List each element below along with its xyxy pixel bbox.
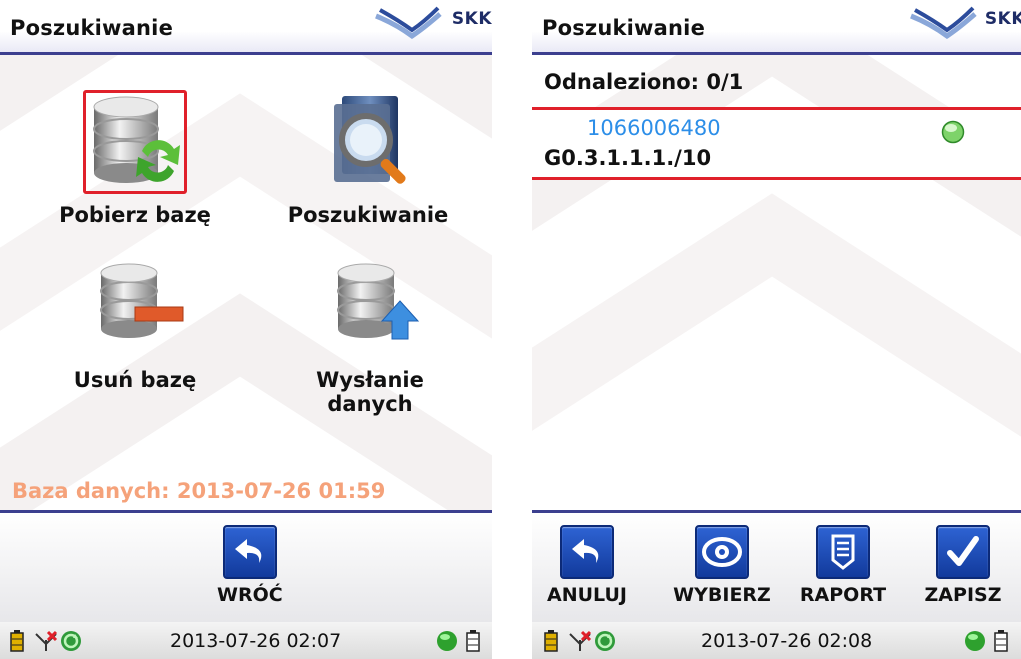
cancel-button-face xyxy=(560,525,614,579)
eye-icon xyxy=(702,537,742,567)
select-button-label: WYBIERZ xyxy=(673,584,771,606)
icon-frame xyxy=(316,90,420,194)
selection-frame xyxy=(83,90,187,194)
cancel-button[interactable]: ANULUJ xyxy=(546,525,628,606)
db-download-icon xyxy=(93,96,180,183)
logo-wave-icon xyxy=(375,6,442,40)
result-code: 1066006480 xyxy=(587,116,721,140)
result-path: G0.3.1.1.1./10 xyxy=(544,146,712,170)
tile-label: Usuń bazę xyxy=(73,368,197,392)
left-screen: Poszukiwanie SKK Pobierz bazę Poszukiwan… xyxy=(0,0,492,659)
logo-wave-icon xyxy=(910,6,977,40)
connection-status-icon xyxy=(437,631,457,651)
back-button-face xyxy=(222,525,277,579)
db-upload-icon xyxy=(337,263,420,340)
skk-logo: SKK xyxy=(372,6,492,46)
right-screen: Poszukiwanie SKK Odnaleziono: 0/1 106600… xyxy=(532,0,1021,659)
tile-usun-baze[interactable]: Usuń bazę xyxy=(35,255,235,415)
magnifier-search-icon xyxy=(334,96,406,184)
logo-text: SKK xyxy=(451,9,492,29)
report-button[interactable]: RAPORT xyxy=(796,525,890,606)
tile-label: Poszukiwanie xyxy=(287,203,449,227)
save-button-label: ZAPISZ xyxy=(924,584,1002,606)
undo-icon xyxy=(572,539,599,563)
db-delete-icon xyxy=(100,263,184,338)
select-button[interactable]: WYBIERZ xyxy=(672,525,772,606)
back-button[interactable]: WRÓĆ xyxy=(217,525,283,606)
tile-pobierz-baze[interactable]: Pobierz bazę xyxy=(35,90,235,250)
report-button-face xyxy=(816,525,870,579)
report-button-label: RAPORT xyxy=(799,584,887,606)
cancel-button-label: ANULUJ xyxy=(547,584,627,606)
no-signal-icon xyxy=(35,630,58,651)
back-button-label: WRÓĆ xyxy=(217,584,283,606)
undo-icon xyxy=(234,539,262,563)
title-bar: Poszukiwanie SKK xyxy=(0,0,492,55)
select-button-face xyxy=(695,525,749,579)
battery-icon xyxy=(466,630,480,652)
tile-wyslanie-danych[interactable]: Wysłanie danych xyxy=(270,255,470,416)
found-count: Odnaleziono: 0/1 xyxy=(544,70,744,94)
no-signal-icon xyxy=(569,630,592,651)
tile-label: Pobierz bazę xyxy=(59,203,211,227)
sync-icon xyxy=(595,631,615,651)
tile-poszukiwanie[interactable]: Poszukiwanie xyxy=(268,90,468,250)
icon-frame xyxy=(83,255,187,359)
battery-icon xyxy=(544,630,558,652)
battery-icon xyxy=(994,630,1008,652)
check-icon xyxy=(947,536,979,566)
bottom-toolbar: WRÓĆ xyxy=(0,510,492,622)
connection-status-icon xyxy=(965,631,985,651)
save-button[interactable]: ZAPISZ xyxy=(918,525,1008,606)
screen-title: Poszukiwanie xyxy=(10,16,174,40)
tile-label: Wysłanie danych xyxy=(316,368,424,416)
title-bar: Poszukiwanie SKK xyxy=(532,0,1021,55)
sync-icon xyxy=(61,631,81,651)
skk-logo: SKK xyxy=(907,6,1021,46)
status-dot-icon xyxy=(941,120,965,144)
status-time: 2013-07-26 02:07 xyxy=(170,630,342,652)
status-bar: 2013-07-26 02:08 xyxy=(532,622,1021,659)
battery-icon xyxy=(10,630,24,652)
screen-title: Poszukiwanie xyxy=(542,16,706,40)
status-time: 2013-07-26 02:08 xyxy=(701,630,873,652)
report-icon xyxy=(831,534,855,570)
db-status-text: Baza danych: 2013-07-26 01:59 xyxy=(12,479,386,503)
save-button-face xyxy=(936,525,990,579)
result-row[interactable]: 1066006480 G0.3.1.1.1./10 xyxy=(532,107,1021,180)
status-bar: 2013-07-26 02:07 xyxy=(0,622,492,659)
icon-frame xyxy=(318,255,422,359)
logo-text: SKK xyxy=(984,9,1021,29)
bottom-toolbar: ANULUJ WYBIERZ RAPORT ZAPISZ xyxy=(532,510,1021,622)
